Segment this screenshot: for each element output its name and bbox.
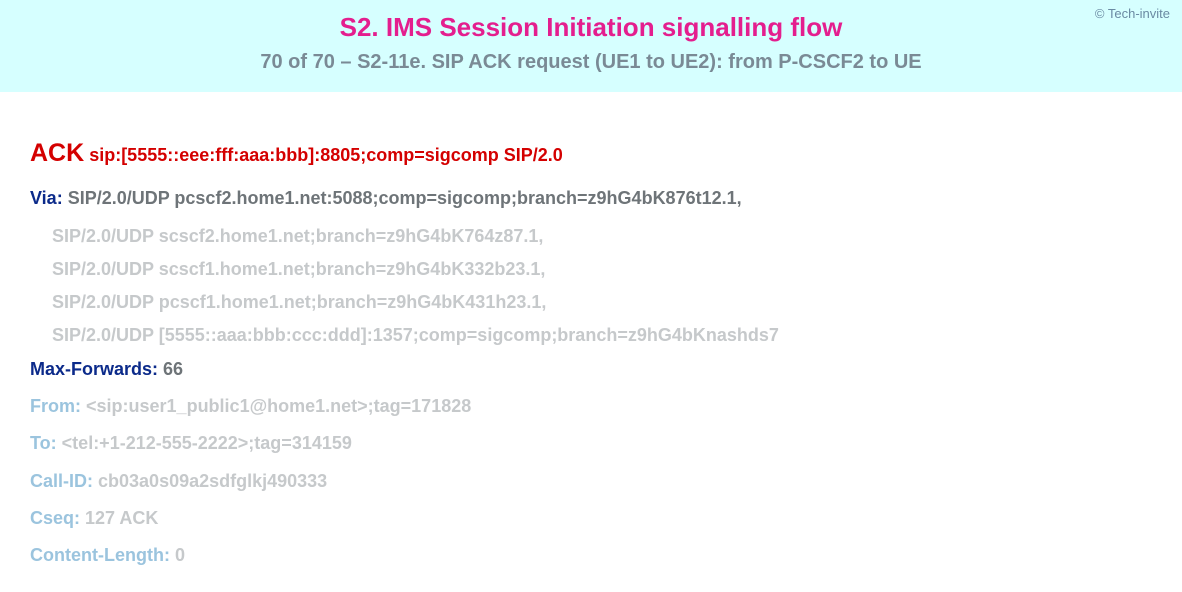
call-id-header: Call-ID: cb03a0s09a2sdfglkj490333 (30, 465, 1152, 498)
sip-message-content: ACK sip:[5555::eee:fff:aaa:bbb]:8805;com… (0, 92, 1182, 587)
content-length-value: 0 (175, 545, 185, 565)
max-forwards-label: Max-Forwards: (30, 359, 158, 379)
via-continuation: SIP/2.0/UDP scscf1.home1.net;branch=z9hG… (30, 253, 1152, 286)
to-label: To: (30, 433, 57, 453)
call-id-label: Call-ID: (30, 471, 93, 491)
max-forwards-header: Max-Forwards: 66 (30, 353, 1152, 386)
via-continuation: SIP/2.0/UDP scscf2.home1.net;branch=z9hG… (30, 220, 1152, 253)
cseq-value: 127 ACK (85, 508, 158, 528)
via-header: Via: SIP/2.0/UDP pcscf2.home1.net:5088;c… (30, 182, 1152, 215)
max-forwards-value: 66 (163, 359, 183, 379)
cseq-header: Cseq: 127 ACK (30, 502, 1152, 535)
from-header: From: <sip:user1_public1@home1.net>;tag=… (30, 390, 1152, 423)
cseq-label: Cseq: (30, 508, 80, 528)
content-length-label: Content-Length: (30, 545, 170, 565)
via-continuation: SIP/2.0/UDP pcscf1.home1.net;branch=z9hG… (30, 286, 1152, 319)
content-length-header: Content-Length: 0 (30, 539, 1152, 572)
request-uri: sip:[5555::eee:fff:aaa:bbb]:8805;comp=si… (89, 145, 563, 165)
page-subtitle: 70 of 70 – S2-11e. SIP ACK request (UE1 … (0, 51, 1182, 74)
page-title: S2. IMS Session Initiation signalling fl… (0, 12, 1182, 43)
via-value-first: SIP/2.0/UDP pcscf2.home1.net:5088;comp=s… (68, 188, 742, 208)
header-banner: © Tech-invite S2. IMS Session Initiation… (0, 0, 1182, 92)
via-label: Via: (30, 188, 63, 208)
request-line: ACK sip:[5555::eee:fff:aaa:bbb]:8805;com… (30, 130, 1152, 176)
via-continuation: SIP/2.0/UDP [5555::aaa:bbb:ccc:ddd]:1357… (30, 319, 1152, 352)
from-label: From: (30, 396, 81, 416)
copyright-text: © Tech-invite (1095, 6, 1170, 21)
from-value: <sip:user1_public1@home1.net>;tag=171828 (86, 396, 471, 416)
to-header: To: <tel:+1-212-555-2222>;tag=314159 (30, 427, 1152, 460)
to-value: <tel:+1-212-555-2222>;tag=314159 (62, 433, 352, 453)
call-id-value: cb03a0s09a2sdfglkj490333 (98, 471, 327, 491)
sip-method: ACK (30, 139, 84, 167)
